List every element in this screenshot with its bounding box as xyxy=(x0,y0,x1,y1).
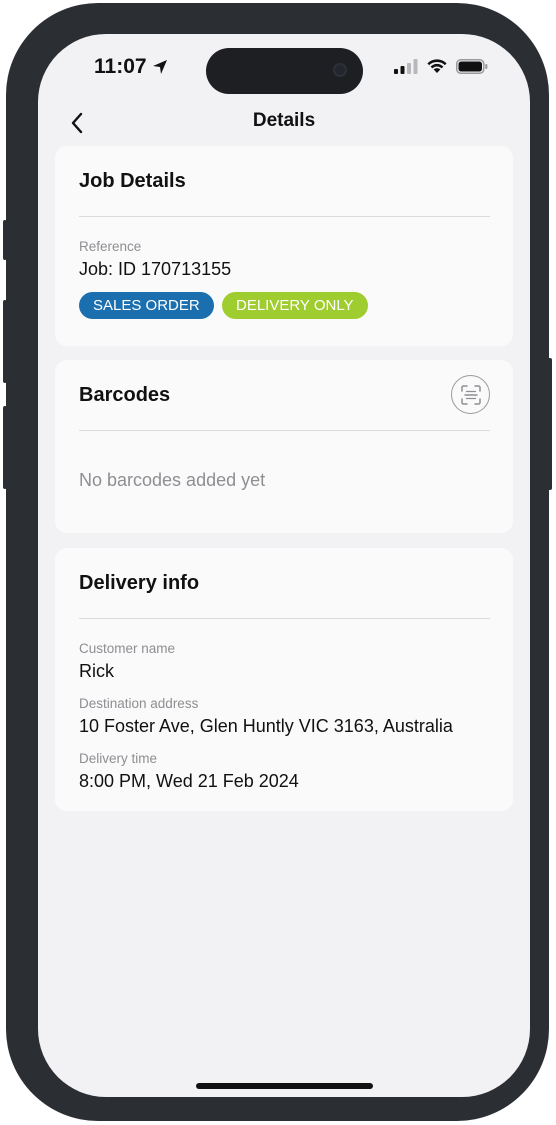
destination-address-label: Destination address xyxy=(79,696,199,711)
page-title: Details xyxy=(252,110,316,131)
no-barcodes-message: No barcodes added yet xyxy=(79,470,266,490)
customer-name-label: Customer name xyxy=(79,641,176,656)
delivery-info-card: Delivery info Customer name Rick Destina… xyxy=(55,548,513,811)
delivery-time-label: Delivery time xyxy=(79,751,158,766)
wifi-icon xyxy=(427,59,447,73)
barcodes-card: Barcodes No barcodes added yet xyxy=(55,360,513,533)
status-time: 11:07 xyxy=(94,55,168,79)
dynamic-island xyxy=(206,48,363,94)
volume-up-button xyxy=(3,300,7,383)
job-details-card: Job Details Reference Job: ID 170713155 … xyxy=(55,146,513,346)
delivery-info-title: Delivery info xyxy=(79,572,200,594)
delivery-time-value: 8:00 PM, Wed 21 Feb 2024 xyxy=(79,771,299,791)
job-details-title: Job Details xyxy=(79,170,186,192)
power-button xyxy=(548,358,552,490)
action-button xyxy=(3,220,7,260)
cellular-signal-icon xyxy=(394,58,418,74)
delivery-only-tag: DELIVERY ONLY xyxy=(222,292,368,319)
status-icons xyxy=(394,58,488,74)
screen: 11:07 Details Job Details Reference Job:… xyxy=(38,34,530,1097)
volume-down-button xyxy=(3,406,7,489)
customer-name-value: Rick xyxy=(79,661,114,681)
destination-address-value: 10 Foster Ave, Glen Huntly VIC 3163, Aus… xyxy=(79,716,453,736)
status-time-text: 11:07 xyxy=(94,55,147,78)
sales-order-tag: SALES ORDER xyxy=(79,292,214,319)
divider xyxy=(79,216,490,217)
reference-value: Job: ID 170713155 xyxy=(79,259,232,279)
barcode-scan-icon xyxy=(460,384,481,405)
divider xyxy=(79,430,490,431)
divider xyxy=(79,618,490,619)
location-arrow-icon xyxy=(152,60,167,74)
scan-barcode-button[interactable] xyxy=(451,375,490,414)
camera-lens xyxy=(333,63,347,77)
navigation-bar: Details xyxy=(38,100,530,144)
barcodes-title: Barcodes xyxy=(79,384,171,406)
phone-frame: 11:07 Details Job Details Reference Job:… xyxy=(3,3,552,1121)
battery-icon xyxy=(456,58,488,74)
reference-label: Reference xyxy=(79,239,142,254)
home-indicator[interactable] xyxy=(196,1083,373,1089)
